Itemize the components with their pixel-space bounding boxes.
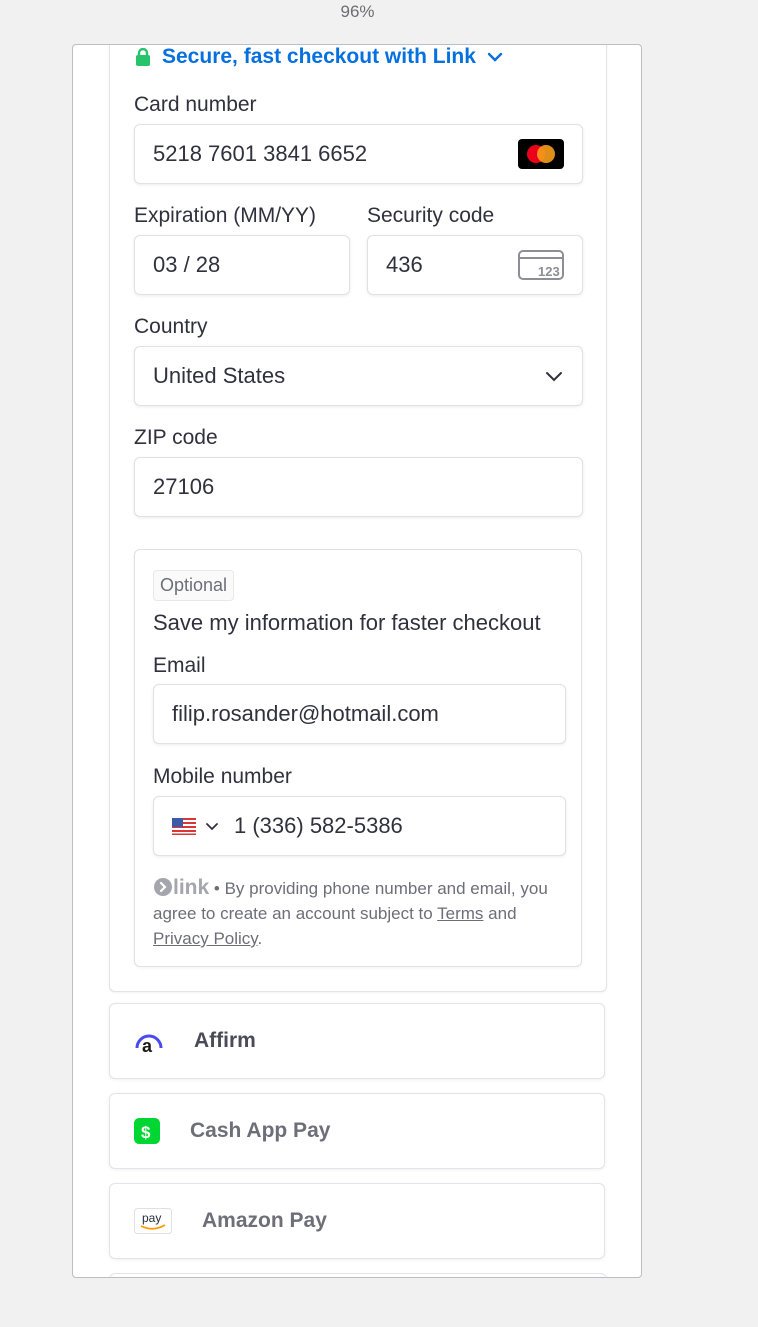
cash-app-icon: $	[134, 1118, 160, 1144]
save-info-box: Optional Save my information for faster …	[134, 549, 582, 967]
zoom-level: 96%	[340, 2, 375, 21]
country-select[interactable]: United States	[134, 346, 583, 406]
payment-method-partial	[109, 1273, 607, 1277]
svg-text:a: a	[142, 1036, 153, 1054]
optional-badge: Optional	[153, 570, 235, 601]
affirm-icon: a	[135, 1034, 163, 1054]
payment-method-cash-app-pay[interactable]: $ Cash App Pay	[109, 1093, 605, 1169]
link-legal-text: link • By providing phone number and ema…	[153, 875, 573, 951]
privacy-policy-link[interactable]: Privacy Policy	[153, 929, 258, 948]
email-value: filip.rosander@hotmail.com	[172, 701, 439, 726]
country-code-dropdown[interactable]	[172, 817, 220, 835]
terms-link[interactable]: Terms	[437, 904, 483, 923]
link-banner[interactable]: Secure, fast checkout with Link	[134, 45, 504, 69]
email-label: Email	[153, 654, 206, 677]
legal-and: and	[483, 904, 517, 923]
expiry-label: Expiration (MM/YY)	[134, 204, 317, 227]
us-flag-icon	[172, 817, 196, 835]
expiry-input[interactable]: 03 / 28	[134, 235, 350, 295]
card-number-value: 5218 7601 3841 6652	[153, 141, 368, 166]
link-brand: link	[173, 876, 210, 899]
security-code-label: Security code	[367, 204, 495, 227]
payment-method-name: Amazon Pay	[202, 1209, 327, 1232]
link-logo-icon	[154, 878, 172, 896]
payment-method-affirm[interactable]: a Affirm	[109, 1003, 605, 1079]
amazon-pay-icon-text: pay	[142, 1211, 161, 1225]
payment-method-name: Cash App Pay	[190, 1119, 331, 1142]
card-number-input[interactable]: 5218 7601 3841 6652	[134, 124, 583, 184]
checkout-frame: Secure, fast checkout with Link Card num…	[72, 44, 642, 1278]
card-number-label: Card number	[134, 93, 257, 116]
card-payment-panel: Secure, fast checkout with Link Card num…	[109, 45, 607, 992]
zip-value: 27106	[153, 474, 215, 499]
amazon-pay-icon: pay	[134, 1208, 172, 1234]
lock-icon	[136, 48, 150, 66]
security-code-value: 436	[386, 252, 423, 277]
legal-end: .	[257, 929, 263, 948]
cvc-card-icon: 123	[518, 250, 564, 280]
country-value: United States	[153, 363, 286, 388]
country-label: Country	[134, 315, 208, 338]
expiry-value: 03 / 28	[153, 252, 221, 277]
payment-method-name: Affirm	[194, 1029, 256, 1052]
save-info-title: Save my information for faster checkout	[153, 610, 541, 635]
zip-label: ZIP code	[134, 426, 218, 449]
payment-method-amazon-pay[interactable]: pay Amazon Pay	[109, 1183, 605, 1259]
mastercard-icon	[518, 139, 564, 169]
mobile-value: 1 (336) 582-5386	[234, 813, 403, 838]
link-banner-text: Secure, fast checkout with Link	[162, 45, 476, 68]
mobile-label: Mobile number	[153, 765, 292, 788]
email-input[interactable]: filip.rosander@hotmail.com	[153, 684, 566, 744]
security-code-input[interactable]: 436 123	[367, 235, 583, 295]
cvc-icon-text: 123	[538, 264, 560, 279]
chevron-down-icon	[487, 52, 503, 62]
chevron-down-icon	[206, 823, 218, 831]
zip-input[interactable]: 27106	[134, 457, 583, 517]
svg-text:$: $	[141, 1123, 151, 1142]
chevron-down-icon	[546, 372, 562, 382]
mobile-input[interactable]: 1 (336) 582-5386	[153, 796, 566, 856]
